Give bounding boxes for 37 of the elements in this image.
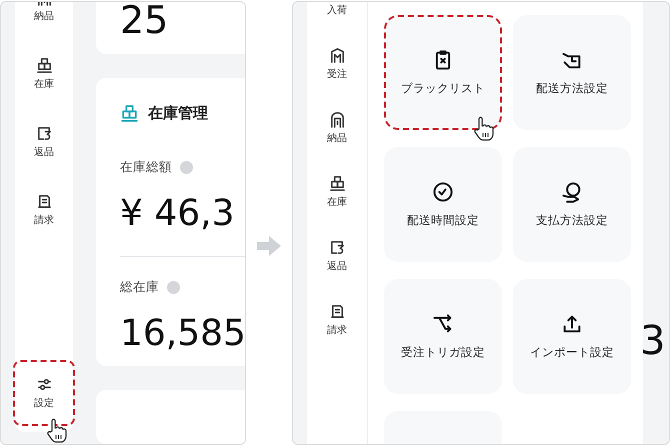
sidebar-item[interactable]: 納品	[18, 2, 70, 27]
sidebar-item[interactable]: 返品	[311, 236, 363, 276]
box-arch-icon	[328, 111, 346, 128]
stat-value: 3	[640, 318, 666, 364]
sidebar-item[interactable]: 請求	[18, 189, 70, 231]
invoice-icon	[328, 303, 346, 320]
settings-tile[interactable]: 配送時間設定	[384, 147, 502, 262]
metric-value: 16,585	[120, 312, 245, 356]
clock-icon	[432, 181, 454, 203]
stacked-boxes-icon	[36, 57, 52, 74]
sidebar-item[interactable]: 入荷	[311, 2, 363, 20]
sidebar-item[interactable]: 納品	[311, 108, 363, 148]
card-title: 在庫管理	[148, 104, 208, 123]
metric-label: 総在庫	[120, 278, 159, 296]
sliders-icon	[36, 376, 52, 393]
stacked-boxes-icon	[328, 175, 346, 192]
help-icon[interactable]	[167, 280, 180, 294]
stacked-boxes-icon	[120, 104, 139, 123]
upload-icon	[561, 313, 583, 335]
sidebar-item[interactable]: 在庫	[18, 53, 70, 95]
settings-tile[interactable]: 支払方法設定	[513, 147, 631, 262]
help-icon[interactable]	[180, 160, 193, 174]
sidebar-item[interactable]: 受注	[311, 44, 363, 84]
metric-label: 在庫総額	[120, 158, 172, 176]
sidebar-item[interactable]: 返品	[18, 121, 70, 163]
sidebar-item[interactable]: 在庫	[311, 172, 363, 212]
metric-value: ¥ 46,3	[120, 192, 236, 236]
hand-cursor-icon	[472, 116, 494, 142]
settings-tile[interactable]: インポート設定	[513, 279, 631, 394]
sidebar-item[interactable]: 請求	[311, 300, 363, 340]
invoice-icon	[36, 193, 52, 210]
branch-arrows-icon	[432, 313, 454, 335]
stat-value: 25	[120, 2, 170, 40]
arch-building-icon	[328, 47, 346, 64]
settings-tile[interactable]: 配送方法設定	[513, 15, 631, 130]
arrow-icon	[257, 236, 281, 256]
settings-tile[interactable]: 受注トリガ設定	[384, 279, 502, 394]
